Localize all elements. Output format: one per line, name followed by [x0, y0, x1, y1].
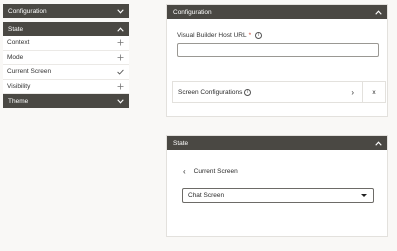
state-item-label: Context	[7, 39, 30, 47]
state-section-header[interactable]: State	[3, 22, 129, 36]
state-item-mode[interactable]: Mode	[3, 50, 129, 65]
configuration-section-header[interactable]: Configuration	[3, 4, 129, 18]
current-screen-nav: ‹ Current Screen	[183, 167, 238, 176]
plus-icon[interactable]	[116, 39, 124, 47]
state-item-visibility[interactable]: Visibility	[3, 79, 129, 94]
required-marker: *	[248, 32, 252, 39]
state-item-current-screen[interactable]: Current Screen	[3, 65, 129, 80]
caret-down-icon	[361, 194, 367, 197]
state-item-label: Visibility	[7, 82, 31, 90]
current-screen-select-value: Chat Screen	[188, 192, 225, 199]
chevron-down-icon	[116, 7, 124, 15]
remove-screen-configurations-button[interactable]: x	[363, 81, 386, 103]
state-section-label: State	[8, 25, 24, 33]
screen-configurations-label: Screen Configurations	[178, 88, 243, 96]
state-item-context[interactable]: Context	[3, 36, 129, 51]
host-url-label-text: Visual Builder Host URL	[177, 32, 247, 39]
info-icon[interactable]: i	[255, 32, 263, 39]
chevron-up-icon[interactable]	[374, 8, 382, 16]
left-accordion: Configuration State Context Mode Current…	[3, 4, 129, 108]
configuration-panel-title: Configuration	[173, 8, 212, 16]
state-panel-header[interactable]: State	[167, 136, 387, 150]
host-url-label: Visual Builder Host URL * i	[177, 32, 263, 39]
host-url-input[interactable]	[177, 43, 379, 57]
chevron-up-icon[interactable]	[374, 139, 382, 147]
configuration-panel: Configuration Visual Builder Host URL * …	[166, 4, 388, 117]
state-item-label: Mode	[7, 53, 24, 61]
configuration-panel-header[interactable]: Configuration	[167, 5, 387, 19]
chevron-down-icon	[116, 97, 124, 105]
chevron-right-icon[interactable]: ›	[351, 88, 354, 97]
current-screen-label: Current Screen	[193, 168, 238, 175]
chevron-left-icon[interactable]: ‹	[183, 167, 186, 176]
screen-configurations-button[interactable]: Screen Configurations i ›	[172, 81, 363, 103]
plus-icon[interactable]	[116, 53, 124, 61]
theme-section-label: Theme	[8, 97, 29, 105]
theme-section-header[interactable]: Theme	[3, 94, 129, 108]
state-panel-title: State	[173, 139, 189, 147]
state-panel: State ‹ Current Screen	[166, 135, 388, 237]
configuration-section-label: Configuration	[8, 7, 47, 15]
screen-configurations-row: Screen Configurations i › x	[172, 81, 386, 103]
check-icon[interactable]	[116, 68, 124, 76]
state-item-label: Current Screen	[7, 68, 52, 76]
chevron-up-icon	[116, 25, 124, 33]
current-screen-select[interactable]: Chat Screen	[182, 188, 374, 203]
plus-icon[interactable]	[116, 82, 124, 90]
info-icon[interactable]: i	[244, 88, 252, 96]
